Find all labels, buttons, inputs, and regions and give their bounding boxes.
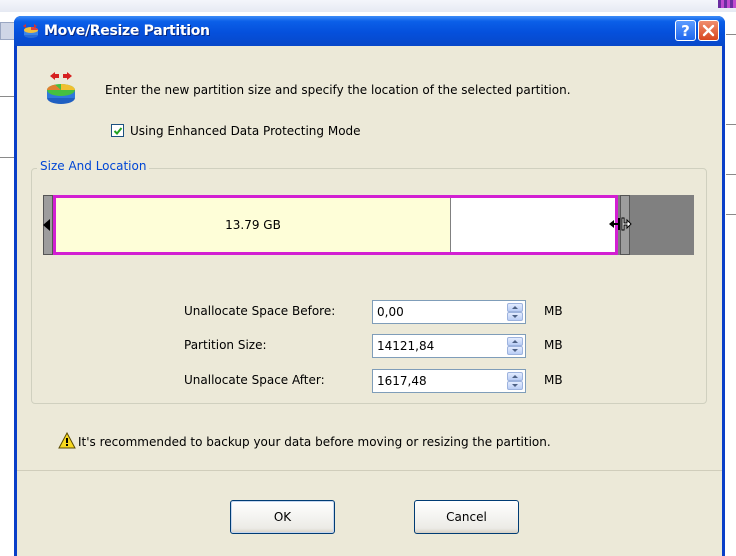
ok-button[interactable]: OK	[230, 500, 335, 534]
spin-down-button[interactable]	[507, 346, 523, 355]
unallocated-after-label: Unallocate Space After:	[184, 373, 325, 387]
background-divider	[0, 157, 14, 158]
partition-size-field-label: Partition Size:	[184, 338, 267, 352]
background-divider	[726, 34, 736, 35]
background-divider	[0, 96, 14, 97]
used-space: 13.79 GB	[56, 198, 451, 252]
background-toolbar	[0, 0, 736, 12]
enhanced-mode-checkbox[interactable]	[111, 124, 124, 137]
move-resize-icon	[47, 72, 75, 104]
spin-up-button[interactable]	[507, 337, 523, 346]
partition-app-icon	[23, 24, 38, 38]
partition-size-spinner[interactable]	[507, 337, 523, 355]
partition-size-label: 13.79 GB	[225, 218, 281, 232]
unallocated-before-value: 0,00	[377, 305, 404, 319]
checkmark-icon	[113, 127, 123, 135]
dialog-title: Move/Resize Partition	[44, 23, 210, 39]
background-divider	[726, 214, 736, 215]
spin-down-button[interactable]	[507, 381, 523, 390]
unallocated-before-unit: MB	[544, 304, 563, 318]
partition-size-input[interactable]: 14121,84	[372, 334, 526, 358]
background-divider	[726, 174, 736, 175]
unallocated-after-input[interactable]: 1617,48	[372, 369, 526, 393]
background-ribbon	[718, 0, 736, 8]
close-icon	[702, 24, 715, 37]
warning-text: It's recommended to backup your data bef…	[78, 435, 551, 449]
enhanced-mode-label[interactable]: Using Enhanced Data Protecting Mode	[130, 124, 361, 138]
partition-size-unit: MB	[544, 338, 563, 352]
instruction-text: Enter the new partition size and specify…	[105, 83, 571, 97]
left-arrow-icon	[43, 219, 50, 231]
move-resize-dialog: Move/Resize Partition ? Enter the new pa…	[14, 16, 725, 556]
dialog-titlebar[interactable]: Move/Resize Partition ?	[14, 16, 725, 46]
partition-block[interactable]: 13.79 GB	[53, 195, 618, 255]
size-location-label: Size And Location	[37, 159, 150, 173]
partition-size-value: 14121,84	[377, 339, 435, 353]
unallocated-after-value: 1617,48	[377, 374, 427, 388]
background-divider	[726, 124, 736, 125]
help-button[interactable]: ?	[675, 20, 696, 41]
unallocated-after-spinner[interactable]	[507, 372, 523, 390]
background-right-panel	[726, 30, 736, 550]
unallocated-before-input[interactable]: 0,00	[372, 300, 526, 324]
unallocated-before-label: Unallocate Space Before:	[184, 304, 336, 318]
resize-cursor-icon	[609, 217, 632, 231]
spin-up-button[interactable]	[507, 303, 523, 312]
warning-icon	[58, 432, 76, 449]
spin-down-button[interactable]	[507, 312, 523, 321]
spin-up-button[interactable]	[507, 372, 523, 381]
help-icon: ?	[681, 21, 690, 40]
footer-separator	[17, 470, 722, 471]
close-button[interactable]	[698, 20, 719, 41]
dialog-body: Enter the new partition size and specify…	[17, 46, 722, 556]
unallocated-before-spinner[interactable]	[507, 303, 523, 321]
unallocated-after-unit: MB	[544, 373, 563, 387]
cancel-button[interactable]: Cancel	[414, 500, 519, 534]
